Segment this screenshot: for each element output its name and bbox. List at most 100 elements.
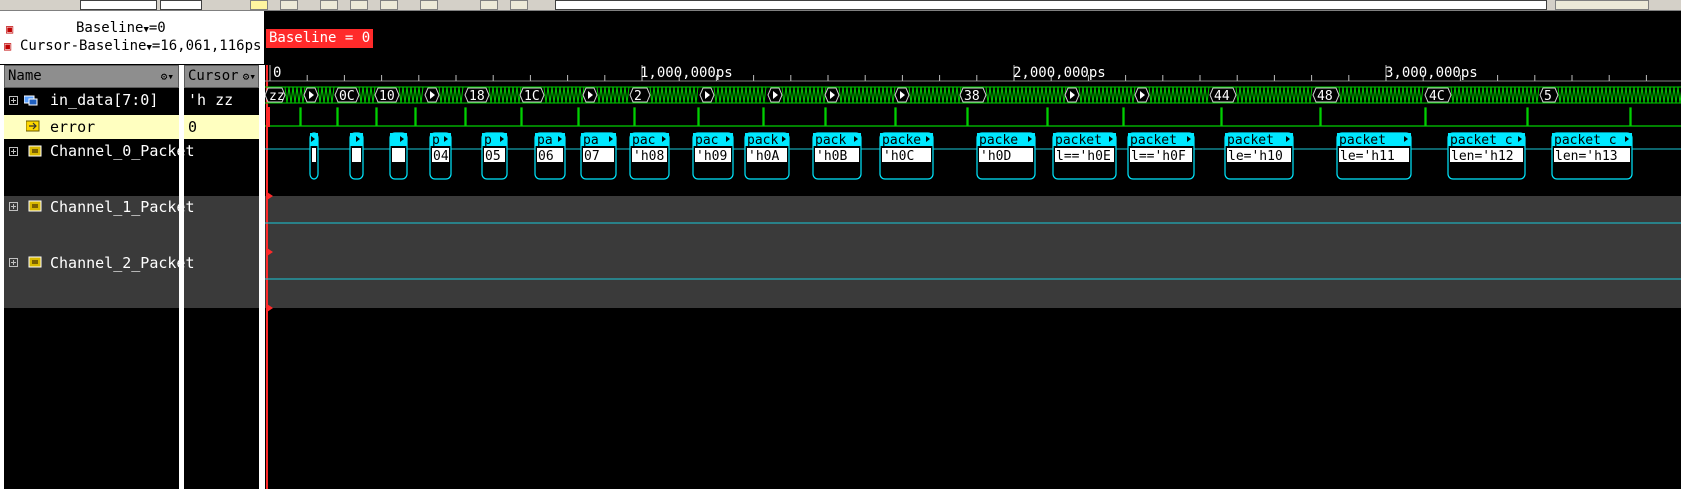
packet-header-text: p (484, 133, 492, 148)
bus-transition (846, 86, 852, 104)
bus-transition (398, 86, 404, 104)
bus-transition (1172, 86, 1178, 104)
bus-transition (1649, 86, 1655, 104)
toolbar-zoom-field[interactable] (160, 0, 202, 10)
signal-name-in-data[interactable]: in_data[7:0] (50, 89, 158, 111)
expand-channel-2-icon[interactable] (9, 258, 18, 267)
bus-transition (1534, 86, 1540, 104)
baseline-label[interactable]: Baseline▼=0 (76, 20, 166, 38)
baseline-icon[interactable]: ▣ (6, 21, 13, 37)
bus-transition (559, 86, 565, 104)
packet-header-text: packet (1055, 133, 1102, 148)
signal-name-channel-2[interactable]: Channel_2_Packet (50, 252, 195, 274)
baseline-text: Baseline (76, 20, 144, 36)
bus-transition (1522, 86, 1528, 104)
bus-transition (1291, 86, 1297, 104)
bus-transition (458, 86, 464, 104)
toolbar-time-field[interactable] (80, 0, 157, 10)
bus-transition (1673, 86, 1679, 104)
bus-transition (620, 86, 626, 104)
time-ruler[interactable]: 0 1,000,000ps 2,000,000ps 3,000,000ps (265, 65, 1681, 82)
bus-transition (1474, 86, 1480, 104)
name-column-header[interactable]: Name ⚙▾ (4, 65, 179, 88)
toolbar-button-c[interactable] (350, 0, 368, 10)
bus-transition (1350, 86, 1356, 104)
bus-transition (866, 86, 872, 104)
bus-transition (936, 86, 942, 104)
waveform-canvas[interactable]: 0 1,000,000ps 2,000,000ps 3,000,000ps zz 0C 1… (265, 65, 1681, 489)
bus-transition (993, 86, 999, 104)
expand-channel-1-icon[interactable] (9, 202, 18, 211)
toolbar-search-field[interactable] (555, 0, 1547, 10)
bus-transition (488, 86, 494, 104)
name-header-gear-icon[interactable]: ⚙▾ (161, 66, 174, 87)
bus-transition (797, 86, 803, 104)
bus-transition (414, 86, 420, 104)
bus-transition (1629, 86, 1635, 104)
bus-transition (1653, 86, 1659, 104)
cursor-baseline-icon[interactable]: ▣ (4, 38, 11, 54)
bus-transition (608, 86, 614, 104)
baseline-marker-label[interactable]: Baseline = 0 (266, 29, 374, 48)
transaction-icon-channel-2 (28, 256, 42, 268)
name-header-label: Name (8, 68, 42, 84)
bus-transition (1506, 86, 1512, 104)
bus-transition (721, 86, 727, 104)
bus-transition (1235, 86, 1241, 104)
bus-transition (1530, 86, 1536, 104)
error-waveform (265, 107, 1681, 127)
bus-transition (1450, 86, 1456, 104)
toolbar-button-d[interactable] (380, 0, 398, 10)
channel-0-waveform: p04p05pa06pa07pac'h08pac'h09pack'h0Apack… (265, 132, 1681, 180)
toolbar-button-g[interactable] (510, 0, 528, 10)
bus-transition (296, 86, 302, 104)
bus-transition (878, 86, 884, 104)
signal-name-channel-1[interactable]: Channel_1_Packet (50, 196, 195, 218)
bus-transition (789, 86, 795, 104)
packet-value-text: le='h10 (1228, 149, 1283, 164)
bus-transition (1001, 86, 1007, 104)
bus-transition (1410, 86, 1416, 104)
toolbar-button-a[interactable] (280, 0, 298, 10)
bus-transition (1025, 86, 1031, 104)
bus-transition (604, 86, 610, 104)
bus-transition (1637, 86, 1643, 104)
bus-value-text: 48 (1317, 89, 1333, 104)
bus-value-text: 0C (339, 89, 355, 104)
signal-name-channel-0[interactable]: Channel_0_Packet (50, 140, 195, 162)
bus-transition (551, 86, 557, 104)
toolbar-button-b[interactable] (320, 0, 338, 10)
expand-channel-0-icon[interactable] (9, 147, 18, 156)
bus-transition (1090, 86, 1096, 104)
bus-signal-icon (24, 95, 38, 106)
bus-transition (858, 86, 864, 104)
cursor-baseline-label[interactable]: Cursor-Baseline▼=16,061,116ps (20, 38, 261, 56)
bus-transition (1557, 86, 1563, 104)
toolbar-button-grid[interactable] (250, 0, 268, 10)
bus-transition (600, 86, 606, 104)
bus-transition (948, 86, 954, 104)
toolbar-button-f[interactable] (480, 0, 498, 10)
cursor-column-header[interactable]: Cursor ⚙▾ (184, 65, 259, 88)
bus-transition (725, 86, 731, 104)
bus-transition (1482, 86, 1488, 104)
bus-transition (1156, 86, 1162, 104)
bus-transition (761, 86, 767, 104)
cursor-baseline-value: =16,061,116ps (151, 38, 262, 54)
toolbar-button-e[interactable] (420, 0, 438, 10)
expand-in-data-icon[interactable] (9, 96, 18, 105)
bus-transition (1609, 86, 1615, 104)
bus-transition (1338, 86, 1344, 104)
bus-value-text: 10 (379, 89, 395, 104)
cursor-header-gear-icon[interactable]: ⚙▾ (243, 66, 256, 87)
bus-transition (1593, 86, 1599, 104)
toolbar-dropdown[interactable] (1555, 0, 1649, 10)
bus-transition (1490, 86, 1496, 104)
packet-value-text: le='h11 (1340, 149, 1395, 164)
signal-name-error[interactable]: error (50, 116, 95, 138)
bus-transition (1106, 86, 1112, 104)
bus-transition (1601, 86, 1607, 104)
packet-value-field (392, 148, 405, 162)
bus-transition (1577, 86, 1583, 104)
bus-transition (1013, 86, 1019, 104)
